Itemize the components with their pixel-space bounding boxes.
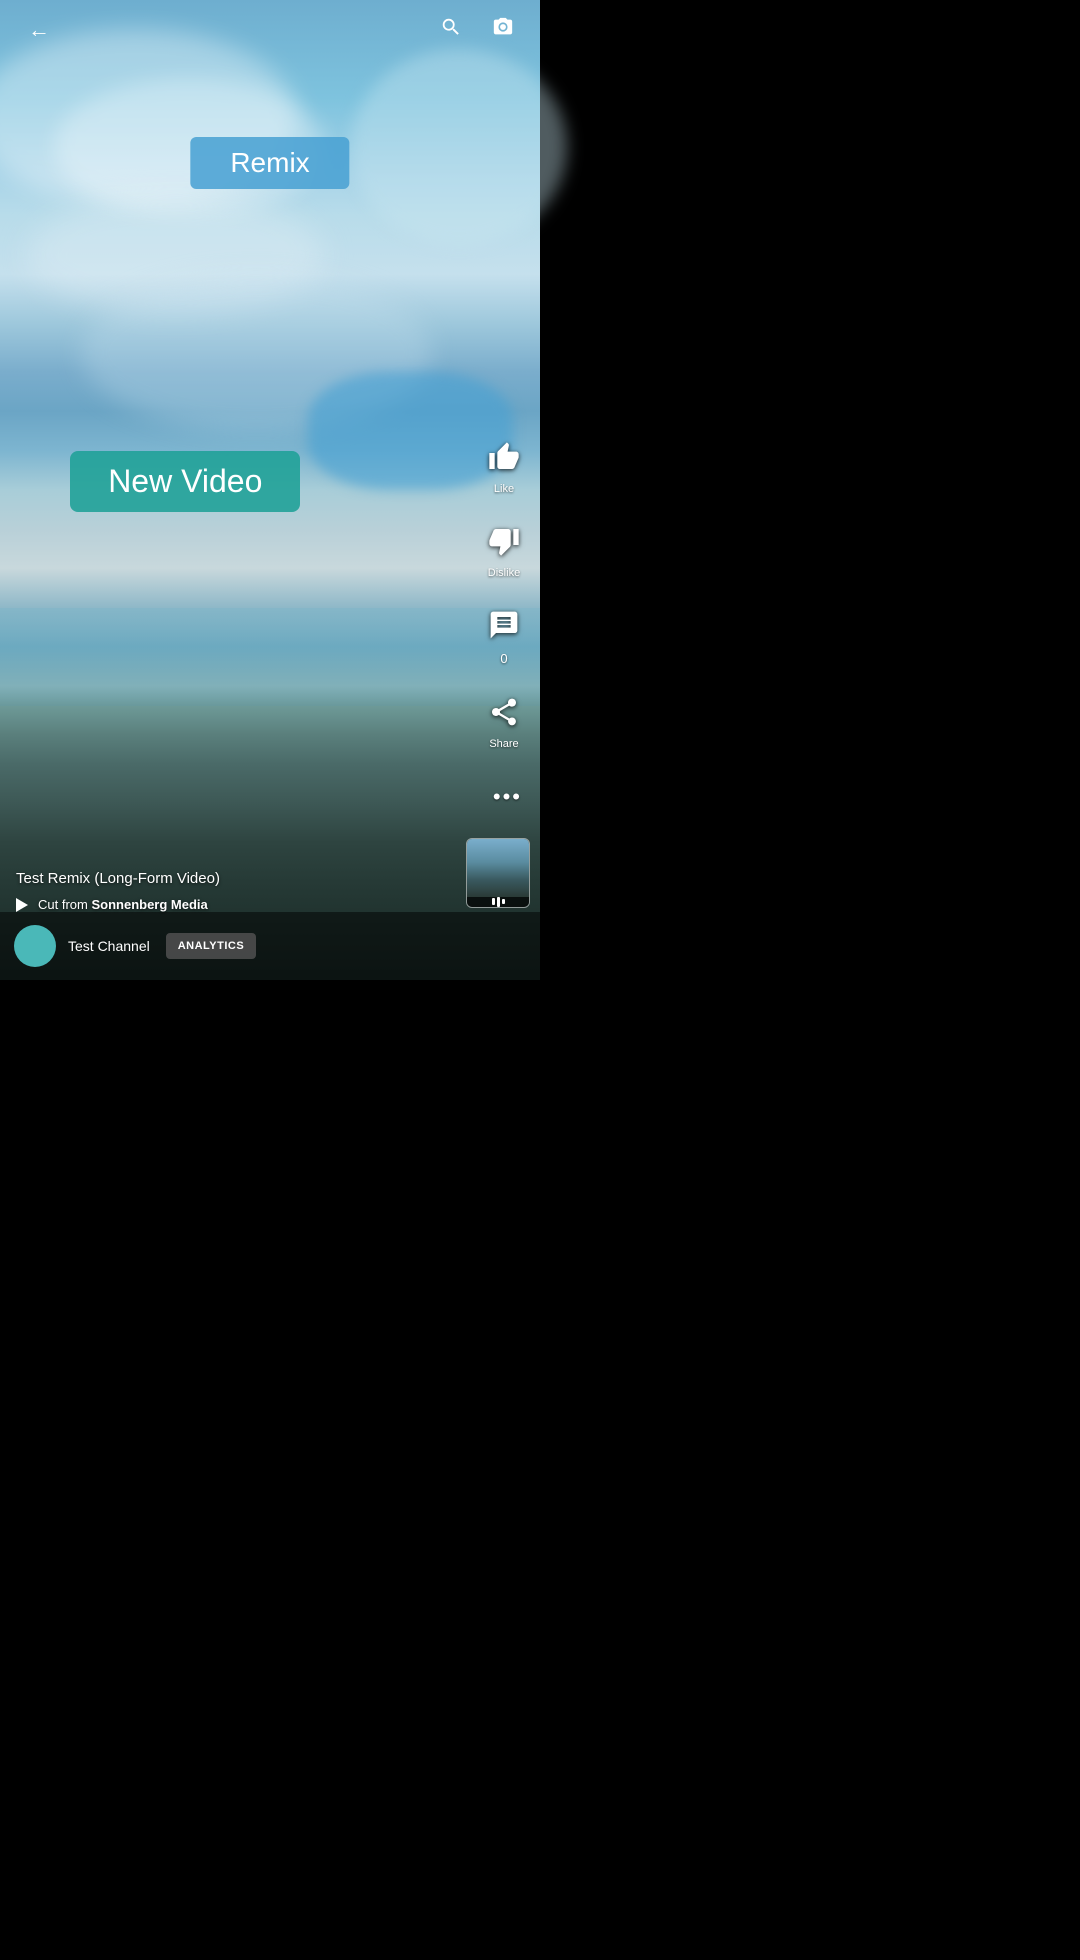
camera-button[interactable] <box>486 10 520 50</box>
thumbnail-image <box>467 839 529 897</box>
source-text: Cut from Sonnenberg Media <box>38 897 208 912</box>
thumbnail-bar <box>467 897 529 907</box>
dislike-icon <box>482 519 526 563</box>
video-info: Test Remix (Long-Form Video) Cut from So… <box>0 870 452 912</box>
comment-button[interactable]: 0 <box>482 603 526 666</box>
like-button[interactable]: Like <box>482 435 526 495</box>
like-icon <box>482 435 526 479</box>
top-nav: ← <box>0 0 540 60</box>
bar-viz-1 <box>492 898 495 905</box>
bar-viz-2 <box>497 897 500 907</box>
source-channel: Sonnenberg Media <box>91 897 207 912</box>
thumbnail-preview[interactable] <box>466 838 530 908</box>
new-video-badge: New Video <box>70 451 300 512</box>
bar-viz-3 <box>502 899 505 904</box>
channel-name: Test Channel <box>68 938 150 954</box>
analytics-button[interactable]: ANALYTICS <box>166 933 256 959</box>
dislike-button[interactable]: Dislike <box>482 519 526 579</box>
more-options-button[interactable]: ••• <box>493 784 522 810</box>
dislike-label: Dislike <box>488 567 520 579</box>
channel-avatar <box>14 925 56 967</box>
back-button[interactable]: ← <box>20 11 58 49</box>
comment-icon <box>482 603 526 647</box>
share-label: Share <box>489 738 518 750</box>
source-row: Cut from Sonnenberg Media <box>16 897 436 912</box>
like-label: Like <box>494 483 514 495</box>
video-title: Test Remix (Long-Form Video) <box>16 870 436 887</box>
source-prefix: Cut from <box>38 897 91 912</box>
action-bar: Like Dislike 0 Share <box>482 435 526 750</box>
comment-count: 0 <box>500 651 507 666</box>
share-icon <box>482 690 526 734</box>
bottom-bar: Test Channel ANALYTICS <box>0 912 540 980</box>
play-icon <box>16 898 28 912</box>
remix-badge: Remix <box>190 137 349 189</box>
share-button[interactable]: Share <box>482 690 526 750</box>
search-button[interactable] <box>434 10 468 50</box>
